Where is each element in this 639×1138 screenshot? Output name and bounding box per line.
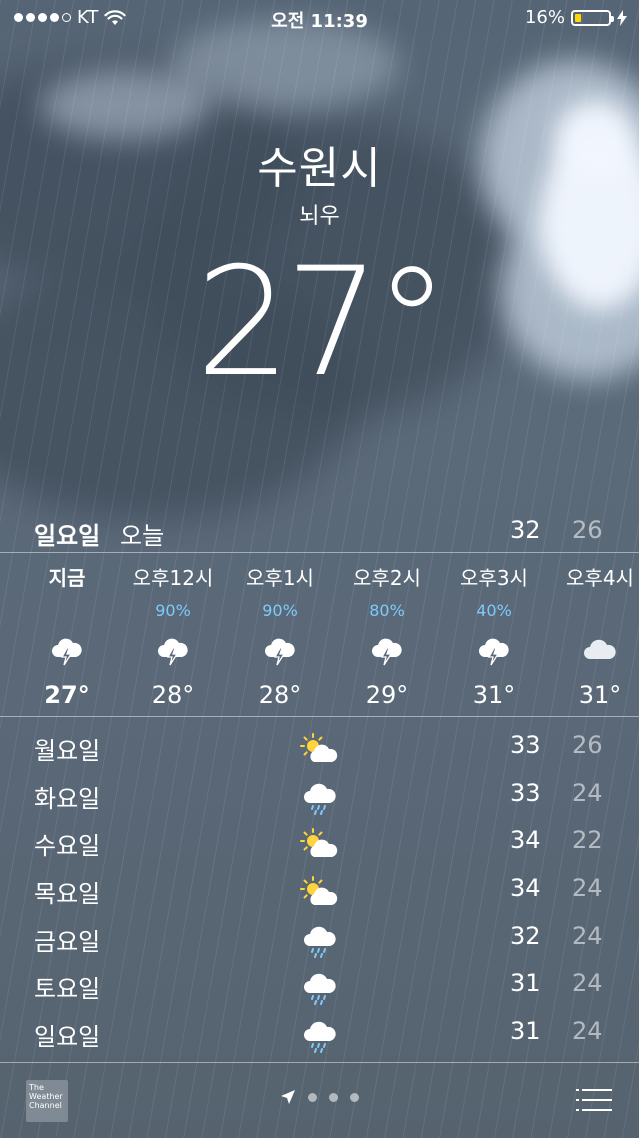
hourly-item: 오후12시 90% 28° [120, 554, 226, 709]
daily-row: 일요일 31 24 [0, 1011, 639, 1059]
hourly-time: 오후2시 [353, 566, 421, 590]
today-low: 26 [572, 516, 603, 544]
partly-sunny-icon [300, 876, 340, 908]
daily-row: 토요일 31 24 [0, 963, 639, 1011]
thunderstorm-icon [120, 633, 226, 667]
hourly-temp: 31° [578, 681, 622, 709]
location-arrow-icon [281, 1090, 295, 1104]
daily-high: 31 [510, 1017, 541, 1046]
cloudy-icon [547, 633, 639, 667]
hourly-time: 오후1시 [246, 566, 314, 590]
daily-low: 24 [572, 778, 603, 807]
today-high: 32 [510, 516, 541, 544]
daily-low: 24 [572, 1017, 603, 1046]
page-dot [329, 1092, 338, 1102]
daily-high: 33 [510, 778, 541, 807]
daily-row: 월요일 33 26 [0, 725, 639, 773]
thunderstorm-icon [441, 633, 547, 667]
hourly-temp: 27° [44, 681, 90, 709]
daily-day: 목요일 [34, 880, 101, 909]
city-list-icon[interactable] [576, 1088, 612, 1112]
thunderstorm-icon [334, 633, 440, 667]
weather-channel-logo[interactable]: The Weather Channel [26, 1080, 68, 1122]
daily-high: 31 [510, 969, 541, 998]
daily-low: 26 [572, 731, 603, 759]
daily-high: 34 [510, 874, 541, 903]
hourly-precip: 90% [155, 601, 191, 620]
daily-low: 24 [572, 874, 603, 903]
daily-forecast[interactable]: 월요일 33 26 화요일 33 24 수요일 34 22 목요일 34 24 … [0, 725, 639, 1059]
partly-sunny-icon [300, 733, 340, 765]
city-name: 수원시 [257, 143, 382, 194]
hourly-item: 오후1시 90% 28° [227, 554, 333, 709]
hourly-temp: 28° [258, 681, 302, 709]
page-dot [308, 1092, 317, 1102]
daily-low: 24 [572, 921, 603, 950]
hourly-precip: 40% [476, 601, 512, 620]
daily-high: 33 [510, 731, 541, 759]
hourly-time: 오후3시 [460, 566, 528, 590]
daily-day: 금요일 [34, 927, 101, 956]
hourly-time: 오후12시 [132, 566, 214, 590]
page-indicator[interactable] [280, 1089, 359, 1105]
daily-day: 토요일 [34, 975, 101, 1004]
hourly-item: 오후3시 40% 31° [441, 554, 547, 709]
hourly-time: 지금 [48, 566, 86, 590]
thunderstorm-icon [227, 633, 333, 667]
bottom-bar: The Weather Channel [0, 1063, 639, 1138]
daily-low: 22 [572, 826, 603, 855]
current-condition: 뇌우 [299, 204, 340, 229]
hourly-item: 오후2시 80% 29° [334, 554, 440, 709]
hourly-precip: 90% [262, 601, 298, 620]
today-day: 일요일 [34, 522, 101, 550]
divider [0, 716, 639, 717]
today-summary: 일요일 오늘 32 26 [0, 510, 639, 550]
daily-day: 수요일 [34, 832, 101, 861]
hourly-precip: 80% [369, 601, 405, 620]
page-dot [350, 1092, 359, 1102]
hourly-time: 오후4시 [566, 566, 634, 590]
hourly-temp: 28° [151, 681, 195, 709]
hourly-temp: 29° [365, 681, 409, 709]
hourly-forecast[interactable]: 지금 27° 오후12시 90% 28° 오후1시 90% 28° 오후2시 80% … [0, 554, 639, 716]
partly-sunny-icon [300, 828, 340, 860]
daily-row: 수요일 34 22 [0, 820, 639, 868]
daily-row: 목요일 34 24 [0, 868, 639, 916]
divider [0, 552, 639, 553]
daily-day: 화요일 [34, 784, 101, 813]
daily-high: 34 [510, 826, 541, 855]
today-label: 오늘 [120, 522, 165, 550]
charging-bolt-icon [617, 9, 627, 26]
rain-icon [300, 924, 340, 958]
daily-day: 일요일 [34, 1023, 101, 1052]
hourly-precip [547, 601, 639, 625]
status-bar: KT 오전 11:39 16% [0, 0, 639, 36]
hourly-temp: 31° [472, 681, 516, 709]
daily-row: 금요일 32 24 [0, 916, 639, 964]
hourly-item: 오후4시 31° [547, 554, 639, 709]
daily-row: 화요일 33 24 [0, 773, 639, 821]
current-temperature: 27° [195, 236, 450, 410]
daily-low: 24 [572, 969, 603, 998]
battery-percentage: 16% [524, 7, 565, 28]
rain-icon [300, 781, 340, 815]
daily-day: 월요일 [34, 737, 101, 765]
hourly-precip [14, 601, 120, 625]
battery-icon [571, 9, 614, 26]
thunderstorm-icon [14, 633, 120, 667]
daily-high: 32 [510, 921, 541, 950]
rain-icon [300, 971, 340, 1006]
rain-icon [300, 1019, 340, 1054]
hourly-item: 지금 27° [14, 554, 120, 709]
status-right: 16% [525, 7, 627, 28]
